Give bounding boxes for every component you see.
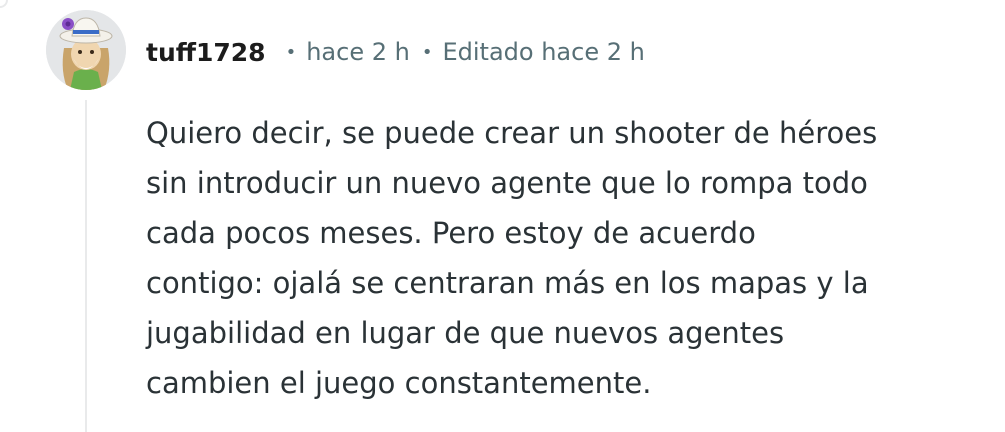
comment-body-line: Quiero decir, se puede crear un shooter … — [146, 116, 878, 150]
author-username[interactable]: tuff1728 — [146, 38, 266, 67]
comment-body-line: contigo: ojalá se centraran más en los m… — [146, 266, 869, 300]
comment-body-line: cada pocos meses. Pero estoy de acuerdo — [146, 216, 756, 250]
comment-body-line: cambien el juego constantemente. — [146, 366, 652, 400]
user-avatar-icon — [46, 10, 126, 90]
meta-separator: • — [285, 41, 297, 63]
comment-body-line: jugabilidad en lugar de que nuevos agent… — [146, 316, 785, 350]
comment-meta: tuff1728 • hace 2 h • Editado hace 2 h — [146, 34, 645, 70]
comment-body: Quiero decir, se puede crear un shooter … — [146, 108, 966, 408]
meta-separator: • — [421, 41, 433, 63]
comment: tuff1728 • hace 2 h • Editado hace 2 h Q… — [0, 0, 1005, 432]
parent-thread-connector — [0, 0, 8, 8]
thread-collapse-line[interactable] — [85, 100, 87, 432]
comment-body-line: sin introducir un nuevo agente que lo ro… — [146, 166, 868, 200]
posted-time[interactable]: hace 2 h — [306, 38, 410, 66]
user-avatar[interactable] — [46, 10, 126, 90]
edited-label: Editado hace 2 h — [442, 38, 645, 66]
